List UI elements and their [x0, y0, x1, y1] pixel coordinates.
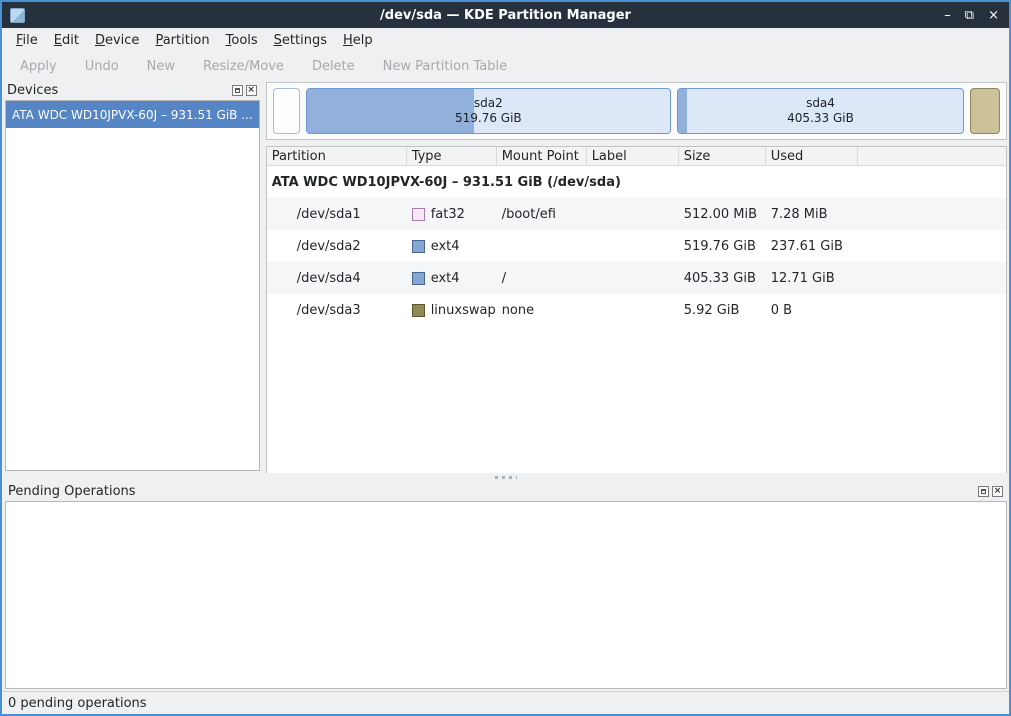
- devices-list: ATA WDC WD10JPVX-60J – 931.51 GiB ...: [5, 100, 260, 471]
- mount-point: none: [497, 303, 587, 318]
- menu-item-file[interactable]: File: [8, 30, 46, 51]
- table-row[interactable]: /dev/sda3 linuxswap none 5.92 GiB 0 B: [267, 294, 1006, 326]
- pending-operations-count: 0 pending operations: [8, 696, 147, 711]
- pending-panel-title: Pending Operations: [8, 484, 975, 499]
- mount-point: /: [497, 271, 587, 286]
- device-content: sda2 519.76 GiB sda4 405.33 GiB Partitio…: [262, 80, 1009, 473]
- partition-name: /dev/sda1: [267, 207, 407, 222]
- horizontal-splitter[interactable]: [2, 473, 1009, 481]
- partition-type-cell: ext4: [407, 271, 497, 286]
- undo-button[interactable]: Undo: [75, 56, 129, 77]
- float-icon: [981, 489, 986, 494]
- partition-type-label: ext4: [431, 271, 460, 286]
- column-header-size[interactable]: Size: [679, 147, 766, 165]
- partition-block-sda1[interactable]: [273, 88, 300, 134]
- partition-block-sda3[interactable]: [970, 88, 1000, 134]
- partition-block-sda2[interactable]: sda2 519.76 GiB: [306, 88, 671, 134]
- partition-used: 237.61 GiB: [766, 239, 858, 254]
- pending-float-button[interactable]: [978, 486, 989, 497]
- partition-block-label: sda4 405.33 GiB: [678, 89, 963, 133]
- column-header-filler: [858, 147, 1006, 165]
- table-row[interactable]: /dev/sda1 fat32 /boot/efi 512.00 MiB 7.2…: [267, 198, 1006, 230]
- partition-type-label: ext4: [431, 239, 460, 254]
- partition-size: 5.92 GiB: [679, 303, 766, 318]
- partition-type-cell: ext4: [407, 239, 497, 254]
- pending-operations-list: [5, 501, 1007, 689]
- menu-item-tools[interactable]: Tools: [218, 30, 266, 51]
- mount-point: /boot/efi: [497, 207, 587, 222]
- devices-panel: Devices × ATA WDC WD10JPVX-60J – 931.51 …: [2, 80, 262, 473]
- devices-panel-title: Devices: [7, 83, 229, 98]
- partition-used: 0 B: [766, 303, 858, 318]
- close-button[interactable]: ×: [988, 9, 999, 22]
- column-header-type[interactable]: Type: [407, 147, 497, 165]
- column-header-partition[interactable]: Partition: [267, 147, 407, 165]
- partition-block-sda4[interactable]: sda4 405.33 GiB: [677, 88, 964, 134]
- apply-button[interactable]: Apply: [10, 56, 67, 77]
- splitter-handle-icon: [495, 476, 517, 479]
- menu-item-partition[interactable]: Partition: [147, 30, 217, 51]
- pending-close-button[interactable]: ×: [992, 486, 1003, 497]
- app-window: /dev/sda — KDE Partition Manager – ⧉ × F…: [0, 0, 1011, 716]
- fstype-color-swatch: [412, 208, 425, 221]
- main-area: Devices × ATA WDC WD10JPVX-60J – 931.51 …: [2, 80, 1009, 473]
- menubar: File Edit Device Partition Tools Setting…: [2, 28, 1009, 53]
- partition-type-cell: fat32: [407, 207, 497, 222]
- new-partition-table-button[interactable]: New Partition Table: [373, 56, 517, 77]
- column-header-used[interactable]: Used: [766, 147, 858, 165]
- float-icon: [235, 88, 240, 93]
- partition-type-cell: linuxswap: [407, 303, 497, 318]
- table-row[interactable]: /dev/sda4 ext4 / 405.33 GiB 12.71 GiB: [267, 262, 1006, 294]
- window-controls: – ⧉ ×: [944, 9, 999, 22]
- devices-float-button[interactable]: [232, 85, 243, 96]
- partition-size: 405.33 GiB: [679, 271, 766, 286]
- partition-name: /dev/sda3: [267, 303, 407, 318]
- table-header: Partition Type Mount Point Label Size Us…: [267, 147, 1006, 166]
- new-button[interactable]: New: [137, 56, 185, 77]
- resize-move-button[interactable]: Resize/Move: [193, 56, 294, 77]
- fstype-color-swatch: [412, 240, 425, 253]
- pending-panel-header: Pending Operations ×: [2, 481, 1009, 501]
- menu-item-settings[interactable]: Settings: [266, 30, 335, 51]
- menu-item-edit[interactable]: Edit: [46, 30, 87, 51]
- partition-block-size: 519.76 GiB: [455, 111, 522, 126]
- fstype-color-swatch: [412, 304, 425, 317]
- menu-item-help[interactable]: Help: [335, 30, 381, 51]
- partition-block-name: sda2: [474, 96, 503, 111]
- partition-table: Partition Type Mount Point Label Size Us…: [266, 146, 1007, 473]
- devices-panel-header: Devices ×: [2, 80, 262, 100]
- statusbar: 0 pending operations: [2, 691, 1009, 714]
- close-icon: ×: [247, 86, 255, 95]
- fstype-color-swatch: [412, 272, 425, 285]
- partition-used: 7.28 MiB: [766, 207, 858, 222]
- devices-close-button[interactable]: ×: [246, 85, 257, 96]
- titlebar: /dev/sda — KDE Partition Manager – ⧉ ×: [2, 2, 1009, 28]
- partition-type-label: fat32: [431, 207, 465, 222]
- table-row[interactable]: /dev/sda2 ext4 519.76 GiB 237.61 GiB: [267, 230, 1006, 262]
- app-icon: [10, 8, 25, 23]
- close-icon: ×: [994, 487, 1002, 496]
- device-group-row[interactable]: ATA WDC WD10JPVX-60J – 931.51 GiB (/dev/…: [267, 166, 1006, 198]
- partition-type-label: linuxswap: [431, 303, 496, 318]
- partition-used: 12.71 GiB: [766, 271, 858, 286]
- delete-button[interactable]: Delete: [302, 56, 365, 77]
- device-list-item-selected[interactable]: ATA WDC WD10JPVX-60J – 931.51 GiB ...: [6, 101, 259, 128]
- partition-size: 519.76 GiB: [679, 239, 766, 254]
- minimize-button[interactable]: –: [944, 9, 951, 22]
- partition-name: /dev/sda4: [267, 271, 407, 286]
- partition-bar: sda2 519.76 GiB sda4 405.33 GiB: [266, 82, 1007, 140]
- partition-block-name: sda4: [806, 96, 835, 111]
- partition-size: 512.00 MiB: [679, 207, 766, 222]
- menu-item-device[interactable]: Device: [87, 30, 147, 51]
- pending-operations-panel: Pending Operations ×: [2, 481, 1009, 691]
- restore-button[interactable]: ⧉: [965, 9, 974, 22]
- partition-block-size: 405.33 GiB: [787, 111, 854, 126]
- column-header-mount-point[interactable]: Mount Point: [497, 147, 587, 165]
- partition-name: /dev/sda2: [267, 239, 407, 254]
- window-title: /dev/sda — KDE Partition Manager: [2, 8, 1009, 23]
- column-header-label[interactable]: Label: [587, 147, 679, 165]
- partition-block-label: sda2 519.76 GiB: [307, 89, 670, 133]
- toolbar: Apply Undo New Resize/Move Delete New Pa…: [2, 53, 1009, 80]
